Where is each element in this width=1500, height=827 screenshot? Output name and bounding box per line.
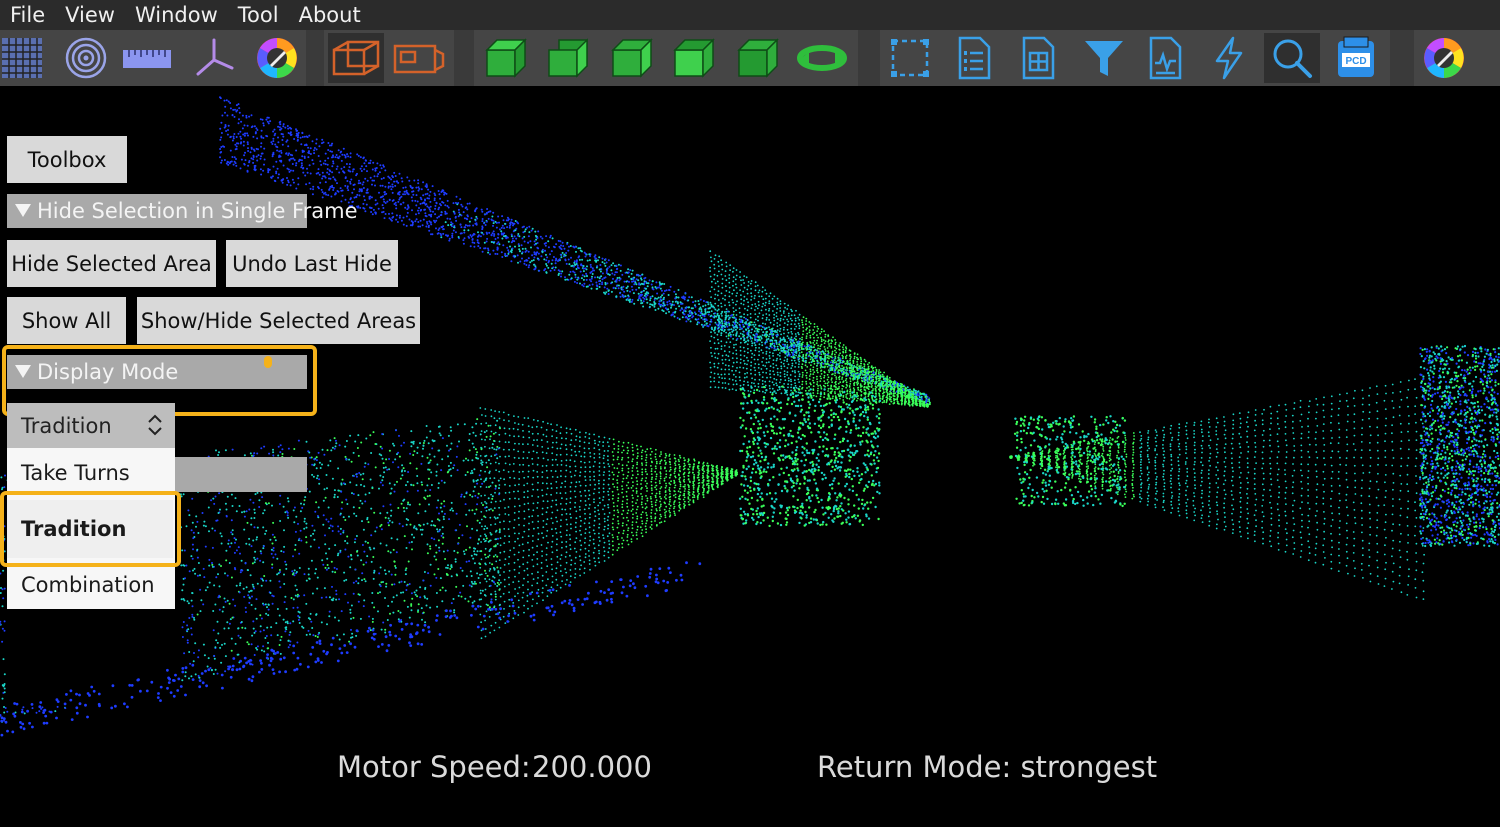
document-chart-button[interactable]: [1137, 33, 1193, 83]
motor-speed-label: Motor Speed:: [337, 750, 531, 784]
box-side-button[interactable]: [391, 33, 447, 83]
motor-speed-value: 200.000: [532, 750, 652, 784]
box-side-orange-icon: [393, 44, 445, 74]
display-mode-section-title: Display Mode: [37, 360, 179, 384]
document-chart-icon: [1149, 36, 1182, 80]
axes-button[interactable]: [186, 33, 242, 83]
cube-view-1-button[interactable]: [478, 33, 534, 83]
display-mode-select-value: Tradition: [21, 413, 112, 438]
dropdown-option-combination[interactable]: Combination: [7, 560, 173, 610]
return-mode-text: Return Mode: strongest: [817, 750, 1158, 784]
dropdown-option-take-turns[interactable]: Take Turns: [7, 448, 173, 498]
lightning-button[interactable]: [1201, 33, 1257, 83]
color-wheel-button[interactable]: [249, 33, 305, 83]
menu-view[interactable]: View: [55, 0, 125, 30]
display-mode-select[interactable]: Tradition: [7, 403, 175, 448]
cube-view-5-button[interactable]: [730, 33, 786, 83]
color-picker-button[interactable]: [1418, 33, 1474, 83]
lightning-icon: [1215, 36, 1243, 80]
search-icon: [1273, 39, 1312, 78]
display-mode-section-header[interactable]: Display Mode: [7, 355, 307, 389]
rotate-icon: [797, 45, 847, 71]
menu-about[interactable]: About: [289, 0, 371, 30]
collapse-triangle-icon: [15, 364, 31, 378]
grid-button[interactable]: [0, 33, 50, 83]
undo-last-hide-button[interactable]: Undo Last Hide: [226, 240, 398, 287]
panel-background-bar: [174, 457, 307, 492]
document-grid-button[interactable]: [1010, 33, 1066, 83]
box-orange-icon: [332, 40, 380, 76]
select-arrows-icon: [147, 413, 163, 442]
cube-view-4-button[interactable]: [666, 33, 722, 83]
filter-button[interactable]: [1076, 33, 1132, 83]
toolbar: PCD: [0, 30, 1500, 86]
search-button[interactable]: [1264, 33, 1320, 83]
rings-button[interactable]: [58, 33, 114, 83]
selection-box-icon: [891, 39, 929, 77]
display-mode-dropdown: Take Turns Tradition Combination: [7, 448, 175, 609]
cube-view-2-icon: [548, 38, 588, 78]
axes-icon: [196, 38, 234, 76]
cube-view-3-icon: [611, 38, 653, 78]
cube-view-5-icon: [737, 38, 779, 78]
menu-file[interactable]: File: [0, 0, 55, 30]
collapse-triangle-icon: [15, 203, 31, 217]
menu-bar: File View Window Tool About: [0, 0, 1500, 30]
toolbox-button[interactable]: Toolbox: [7, 136, 127, 183]
cube-view-4-icon: [673, 38, 715, 78]
box-button[interactable]: [328, 33, 384, 83]
hide-selection-section-title: Hide Selection in Single Frame: [37, 199, 358, 223]
cube-view-3-button[interactable]: [604, 33, 660, 83]
filter-icon: [1085, 41, 1123, 76]
menu-window[interactable]: Window: [125, 0, 228, 30]
document-grid-icon: [1022, 36, 1055, 80]
ruler-icon: [123, 50, 171, 68]
show-all-button[interactable]: Show All: [7, 297, 126, 344]
pcd-button[interactable]: PCD: [1328, 33, 1384, 83]
cube-view-2-button[interactable]: [540, 33, 596, 83]
menu-tool[interactable]: Tool: [228, 0, 289, 30]
document-list-icon: [958, 36, 991, 80]
dropdown-option-tradition[interactable]: Tradition: [7, 500, 173, 558]
hide-selection-section-header[interactable]: Hide Selection in Single Frame: [7, 194, 358, 228]
pcd-icon: PCD: [1338, 36, 1374, 77]
concentric-rings-icon: [65, 37, 107, 79]
color-wheel-icon: [257, 38, 297, 78]
document-list-button[interactable]: [946, 33, 1002, 83]
rotate-button[interactable]: [794, 33, 850, 83]
cursor-indicator: [264, 356, 272, 368]
hide-selected-area-button[interactable]: Hide Selected Area: [7, 240, 216, 287]
ruler-button[interactable]: [119, 33, 175, 83]
cube-view-1-icon: [485, 38, 527, 78]
grid-icon: [2, 38, 42, 78]
pcd-icon-label: PCD: [1345, 56, 1366, 67]
selection-box-button[interactable]: [882, 33, 938, 83]
show-hide-selected-areas-button[interactable]: Show/Hide Selected Areas: [137, 297, 420, 344]
color-picker-icon: [1424, 38, 1464, 78]
